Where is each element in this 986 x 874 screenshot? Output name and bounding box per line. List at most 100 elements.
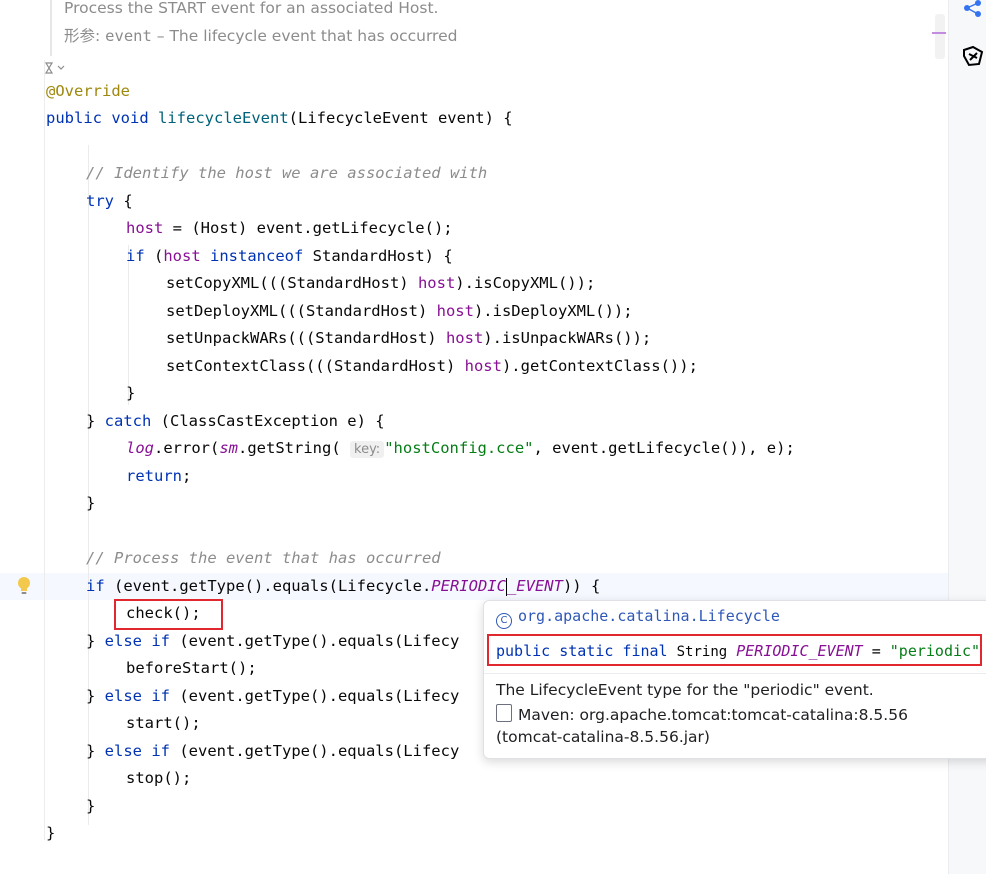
code-line: return; [126, 463, 191, 490]
code-text: } [86, 494, 96, 512]
code-text: stop(); [126, 769, 192, 787]
code-text: , event.getLifecycle()), e); [533, 439, 795, 457]
code-text: (event.getType().equals(Lifecycle. [104, 577, 432, 595]
code-line: } [86, 793, 95, 820]
code-text: ).getContextClass()); [501, 357, 698, 375]
code-text: (event.getType().equals(Lifecy [170, 687, 460, 705]
code-text: } [86, 687, 105, 705]
code-text: } [46, 824, 56, 842]
field: host [126, 219, 164, 237]
code-line: // Process the event that has occurred [86, 545, 441, 572]
popup-maven-source: Maven: org.apache.tomcat:tomcat-catalina… [496, 704, 976, 748]
code-line: setUnpackWARs(((StandardHost) host).isUn… [166, 325, 651, 352]
code-line: host = (Host) event.getLifecycle(); [126, 215, 453, 242]
code-line: if (host instanceof StandardHost) { [126, 243, 453, 270]
static-constant: PERIODIC [431, 577, 506, 595]
code-text: (event.getType().equals(Lifecy [170, 632, 460, 650]
code-text: } [86, 632, 105, 650]
code-line: } else if (event.getType().equals(Lifecy [86, 738, 459, 765]
code-line: setContextClass(((StandardHost) host).ge… [166, 353, 698, 380]
code-line: log.error(sm.getString( key: "hostConfig.… [126, 435, 795, 462]
popup-package[interactable]: Corg.apache.catalina.Lifecycle [496, 605, 780, 629]
code-line: } [46, 820, 55, 847]
code-line: beforeStart(); [126, 655, 257, 682]
code-text: ).isCopyXML()); [455, 274, 596, 292]
code-line: } else if (event.getType().equals(Lifecy [86, 683, 459, 710]
code-text: } [86, 412, 105, 430]
gutter-separator [44, 60, 45, 840]
string-literal: "hostConfig.cce" [384, 439, 534, 457]
keyword: if [126, 247, 145, 265]
signature-type: String [676, 644, 728, 660]
code-line: } [126, 380, 135, 407]
code-text: setContextClass(((StandardHost) [166, 357, 465, 375]
keyword: if [86, 577, 105, 595]
code-text: ; [182, 467, 192, 485]
comment: // Process the event that has occurred [86, 549, 441, 567]
code-text: } [86, 797, 96, 815]
comment: // Identify the host we are associated w… [86, 164, 488, 182]
doc-param-label: 形参: [64, 27, 101, 45]
popup-divider [484, 673, 986, 674]
check-call-highlight-box [114, 599, 223, 630]
doc-param-desc: – The lifecycle event that has occurred [151, 27, 458, 45]
field: host [445, 329, 484, 347]
code-text: setDeployXML(((StandardHost) [166, 302, 437, 320]
keyword: void [111, 109, 149, 127]
keyword: public [46, 109, 102, 127]
code-text: )) { [562, 577, 601, 595]
code-text: StandardHost) { [303, 247, 453, 265]
method-name: lifecycleEvent [158, 109, 289, 127]
field: host [417, 274, 456, 292]
code-text: .getString( [238, 439, 341, 457]
code-line: setDeployXML(((StandardHost) host).isDep… [166, 298, 633, 325]
code-line: } catch (ClassCastException e) { [86, 408, 385, 435]
keyword: try [86, 192, 114, 210]
code-line: start(); [126, 710, 201, 737]
code-text: ).isUnpackWARs()); [483, 329, 652, 347]
doc-comment: Process the START event for an associate… [50, 0, 944, 56]
lightbulb-icon[interactable] [17, 576, 31, 596]
static-field: sm [219, 439, 238, 457]
class-icon: C [496, 613, 512, 629]
code-text: ( [144, 247, 164, 265]
code-text: { [114, 192, 133, 210]
ai-assistant-icon[interactable] [961, 44, 985, 68]
code-text: } [126, 384, 136, 402]
share-icon[interactable] [961, 0, 985, 18]
code-text: beforeStart(); [126, 659, 257, 677]
code-text: .error( [154, 439, 220, 457]
code-text: (ClassCastException e) { [151, 412, 385, 430]
maven-text: Maven: org.apache.tomcat:tomcat-catalina… [496, 706, 908, 746]
code-line: } [86, 490, 95, 517]
code-line: public void lifecycleEvent(LifecycleEven… [46, 105, 513, 132]
scroll-marker [932, 32, 946, 34]
annotation: @Override [46, 82, 130, 100]
code-line: // Identify the host we are associated w… [86, 160, 487, 187]
code-line: stop(); [126, 765, 191, 792]
keyword: return [126, 467, 182, 485]
code-text: ).isDeployXML()); [473, 302, 633, 320]
doc-line: Process the START event for an associate… [64, 0, 439, 17]
code-line: try { [86, 188, 133, 215]
keyword: else if [104, 687, 170, 705]
code-text: (LifecycleEvent event) { [288, 109, 513, 127]
keyword: catch [104, 412, 152, 430]
keyword: else if [104, 632, 170, 650]
keyword: else if [104, 742, 170, 760]
signature-name: PERIODIC_EVENT [736, 642, 863, 660]
code-text: start(); [126, 714, 201, 732]
code-text: setUnpackWARs(((StandardHost) [166, 329, 446, 347]
code-line: } else if (event.getType().equals(Lifecy [86, 628, 459, 655]
popup-description: The LifecycleEvent type for the "periodi… [496, 681, 874, 699]
code-line: @Override [46, 78, 130, 105]
ai-assist-icon[interactable] [44, 61, 66, 78]
jar-icon [496, 704, 512, 722]
indent-guide [88, 145, 89, 825]
scrollbar[interactable] [935, 14, 945, 59]
package-name[interactable]: org.apache.catalina.Lifecycle [518, 607, 780, 625]
quick-documentation-popup[interactable]: Corg.apache.catalina.Lifecycle public st… [483, 600, 986, 759]
signature-value: "periodic" [889, 642, 981, 660]
signature-eq: = [862, 642, 890, 660]
code-text: (event.getType().equals(Lifecy [170, 742, 460, 760]
